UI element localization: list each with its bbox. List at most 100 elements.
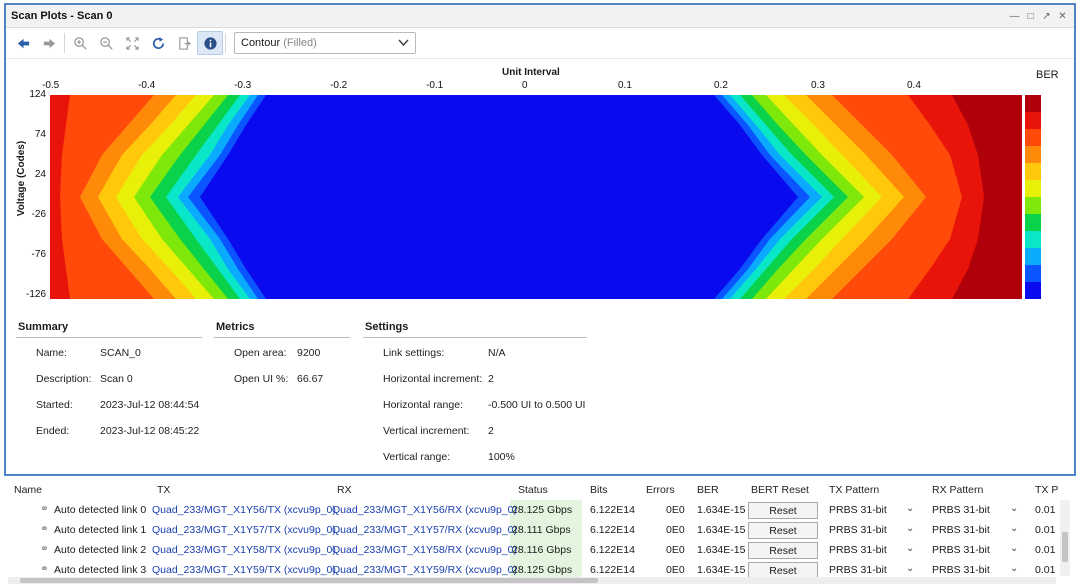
tx-link[interactable]: Quad_233/MGT_X1Y58/TX (xcvu9p_0)	[152, 544, 336, 556]
ended-label: Ended:	[36, 425, 70, 437]
chevron-down-icon[interactable]: ⌄	[1010, 563, 1018, 574]
rx-link[interactable]: Quad_233/MGT_X1Y57/RX (xcvu9p_0)	[332, 524, 517, 536]
chevron-down-icon	[398, 39, 409, 47]
legend-swatch	[1025, 129, 1041, 146]
table-header: Name TX RX Status Bits Errors BER BERT R…	[0, 482, 1060, 498]
tx-link[interactable]: Quad_233/MGT_X1Y56/TX (xcvu9p_0)	[152, 504, 336, 516]
rx-pattern-select[interactable]: PRBS 31-bit	[932, 544, 990, 556]
zoom-out-icon[interactable]	[93, 31, 119, 55]
x-tick-label: 0	[522, 80, 528, 91]
horizontal-scroll-thumb[interactable]	[20, 578, 598, 583]
y-tick-label: -76	[31, 249, 46, 260]
chevron-down-icon[interactable]: ⌄	[906, 523, 914, 534]
open-ui-label: Open UI %:	[234, 373, 289, 385]
col-ber-header[interactable]: BER	[697, 484, 719, 496]
forward-arrow-icon[interactable]	[36, 31, 62, 55]
col-tx-p-header[interactable]: TX P	[1035, 484, 1058, 496]
y-tick-label: -126	[25, 289, 46, 300]
rx-pattern-select[interactable]: PRBS 31-bit	[932, 564, 990, 576]
vertical-range-label: Vertical range:	[383, 451, 451, 463]
description-label: Description:	[36, 373, 92, 385]
bert-reset-button[interactable]: Reset	[748, 542, 818, 559]
tx-link[interactable]: Quad_233/MGT_X1Y59/TX (xcvu9p_0)	[152, 564, 336, 576]
link-settings-value: N/A	[488, 347, 506, 359]
horizontal-range-label: Horizontal range:	[383, 399, 463, 411]
table-row[interactable]: ⚭ Auto detected link 2 Quad_233/MGT_X1Y58/…	[0, 540, 1060, 560]
chevron-down-icon[interactable]: ⌄	[1010, 543, 1018, 554]
table-row[interactable]: ⚭ Auto detected link 1 Quad_233/MGT_X1Y57/…	[0, 520, 1060, 540]
col-tx-pattern-header[interactable]: TX Pattern	[829, 484, 879, 496]
plot-type-dropdown[interactable]: Contour (Filled)	[234, 32, 416, 54]
started-label: Started:	[36, 399, 73, 411]
rx-pattern-select[interactable]: PRBS 31-bit	[932, 524, 990, 536]
chevron-down-icon[interactable]: ⌄	[1010, 503, 1018, 514]
window-titlebar: Scan Plots - Scan 0 — □ ↗ ✕	[6, 5, 1074, 28]
horizontal-increment-label: Horizontal increment:	[383, 373, 483, 385]
vertical-scroll-thumb[interactable]	[1062, 532, 1068, 562]
window-controls: — □ ↗ ✕	[1008, 10, 1069, 23]
tx-pattern-select[interactable]: PRBS 31-bit	[829, 504, 887, 516]
col-status-header[interactable]: Status	[518, 484, 548, 496]
col-rx-header[interactable]: RX	[337, 484, 352, 496]
legend-swatch	[1025, 95, 1041, 112]
tx-pattern-select[interactable]: PRBS 31-bit	[829, 544, 887, 556]
fit-icon[interactable]	[119, 31, 145, 55]
table-row[interactable]: ⚭ Auto detected link 0 Quad_233/MGT_X1Y56/…	[0, 500, 1060, 520]
status-value: 28.125 Gbps	[512, 504, 573, 516]
export-icon[interactable]	[171, 31, 197, 55]
chevron-down-icon[interactable]: ⌄	[1010, 523, 1018, 534]
col-tx-header[interactable]: TX	[157, 484, 170, 496]
close-icon[interactable]: ✕	[1056, 10, 1069, 23]
metrics-heading: Metrics	[216, 321, 255, 333]
col-name-header[interactable]: Name	[14, 484, 42, 496]
bits-value: 6.122E14	[590, 504, 635, 516]
link-name: Auto detected link 3	[54, 564, 147, 576]
chevron-down-icon[interactable]: ⌄	[906, 563, 914, 574]
errors-value: 0E0	[666, 564, 685, 576]
minimize-icon[interactable]: —	[1008, 10, 1021, 23]
y-tick-label: 24	[34, 169, 46, 180]
legend-swatch	[1025, 265, 1041, 282]
ber-value: 1.634E-15	[697, 504, 746, 516]
rx-pattern-select[interactable]: PRBS 31-bit	[932, 504, 990, 516]
x-tick-label: 0.3	[811, 80, 825, 91]
rx-link[interactable]: Quad_233/MGT_X1Y56/RX (xcvu9p_0)	[332, 504, 517, 516]
col-rx-pattern-header[interactable]: RX Pattern	[932, 484, 983, 496]
chevron-down-icon[interactable]: ⌄	[906, 503, 914, 514]
tx-pattern-select[interactable]: PRBS 31-bit	[829, 564, 887, 576]
legend-swatch	[1025, 231, 1041, 248]
rx-link[interactable]: Quad_233/MGT_X1Y59/RX (xcvu9p_0)	[332, 564, 517, 576]
bert-reset-button[interactable]: Reset	[748, 502, 818, 519]
link-icon: ⚭	[40, 563, 49, 575]
tx-link[interactable]: Quad_233/MGT_X1Y57/TX (xcvu9p_0)	[152, 524, 336, 536]
restore-icon[interactable]: □	[1024, 10, 1037, 23]
info-icon[interactable]	[197, 31, 223, 55]
rx-link[interactable]: Quad_233/MGT_X1Y58/RX (xcvu9p_0)	[332, 544, 517, 556]
x-tick-label: 0.2	[714, 80, 728, 91]
horizontal-scrollbar[interactable]	[8, 577, 1056, 584]
col-bert-reset-header[interactable]: BERT Reset	[751, 484, 809, 496]
vertical-scrollbar[interactable]	[1060, 500, 1070, 576]
ber-color-legend	[1025, 95, 1041, 299]
tx-p-value: 0.01	[1035, 564, 1056, 576]
bert-reset-button[interactable]: Reset	[748, 522, 818, 539]
tx-p-value: 0.01	[1035, 504, 1056, 516]
y-axis-title: Voltage (Codes)	[16, 140, 28, 217]
col-bits-header[interactable]: Bits	[590, 484, 608, 496]
back-arrow-icon[interactable]	[10, 31, 36, 55]
y-tick-label: 124	[29, 89, 46, 100]
y-tick-label: -26	[31, 209, 46, 220]
x-tick-label: -0.4	[138, 80, 156, 91]
window-title: Scan Plots - Scan 0	[11, 10, 113, 22]
x-tick-label: -0.1	[426, 80, 444, 91]
float-icon[interactable]: ↗	[1040, 10, 1053, 23]
col-errors-header[interactable]: Errors	[646, 484, 675, 496]
refresh-icon[interactable]	[145, 31, 171, 55]
zoom-in-icon[interactable]	[67, 31, 93, 55]
ber-value: 1.634E-15	[697, 544, 746, 556]
horizontal-range-value: -0.500 UI to 0.500 UI	[488, 399, 586, 411]
link-settings-label: Link settings:	[383, 347, 445, 359]
chevron-down-icon[interactable]: ⌄	[906, 543, 914, 554]
contour-map[interactable]	[50, 95, 1022, 299]
tx-pattern-select[interactable]: PRBS 31-bit	[829, 524, 887, 536]
